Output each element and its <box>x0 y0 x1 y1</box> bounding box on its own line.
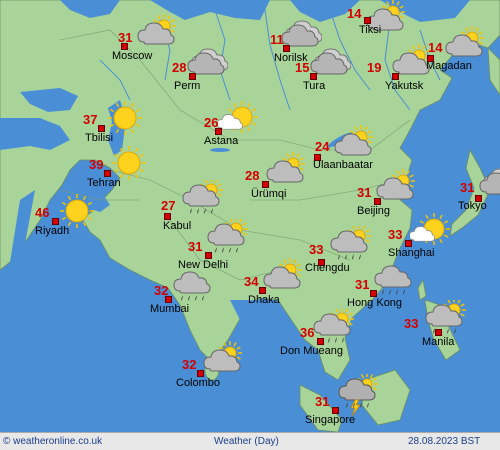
city-dot <box>374 198 381 205</box>
city-temperature: 19 <box>367 60 382 75</box>
city-dot <box>98 125 105 132</box>
city-temperature: 31 <box>357 185 372 200</box>
city-temperature: 24 <box>315 139 330 154</box>
city-temperature: 28 <box>172 60 187 75</box>
city-temperature: 14 <box>428 40 443 55</box>
city-name: Chengdu <box>305 262 350 274</box>
city-name: Moscow <box>112 50 153 62</box>
city-temperature: 34 <box>244 274 259 289</box>
city-name: Tura <box>303 80 326 92</box>
city-name: Kabul <box>163 220 192 232</box>
city-name: Shanghai <box>388 247 435 259</box>
city-dot <box>262 181 269 188</box>
city-temperature: 37 <box>83 112 98 127</box>
city-temperature: 36 <box>300 325 315 340</box>
city-temperature: 32 <box>182 357 197 372</box>
city-name: Tokyo <box>458 200 487 212</box>
city-temperature: 31 <box>355 277 370 292</box>
kamchatka <box>487 46 500 96</box>
city-temperature: 27 <box>161 198 176 213</box>
city-dot <box>189 73 196 80</box>
city-dot <box>52 218 59 225</box>
city-dot <box>317 338 324 345</box>
city-dot <box>104 170 111 177</box>
source-link[interactable]: © weatheronline.co.uk <box>3 436 102 447</box>
city-dot <box>283 45 290 52</box>
city-name: Tiksi <box>359 24 382 36</box>
city-name: Dhaka <box>248 294 280 306</box>
city-temperature: 33 <box>404 316 419 331</box>
city-dot <box>310 73 317 80</box>
city-name: Tehran <box>87 177 121 189</box>
city-dot <box>259 287 266 294</box>
city-temperature: 31 <box>188 239 203 254</box>
city-name: Colombo <box>176 377 221 389</box>
city-temperature: 33 <box>309 242 324 257</box>
city-temperature: 31 <box>460 180 475 195</box>
city-temperature: 26 <box>204 115 219 130</box>
city-temperature: 39 <box>89 157 104 172</box>
city-name: Don Mueang <box>280 345 343 357</box>
city-name: Mumbai <box>150 303 190 315</box>
city-dot <box>205 252 212 259</box>
city-name: Manila <box>422 336 455 348</box>
city-dot <box>332 407 339 414</box>
city-name: Yakutsk <box>385 80 424 92</box>
city-name: Hong Kong <box>347 297 403 309</box>
city-name: Perm <box>174 80 201 92</box>
city-temperature: 31 <box>118 30 133 45</box>
map-title: Weather (Day) <box>214 436 279 447</box>
city-dot <box>364 17 371 24</box>
city-temperature: 33 <box>388 227 403 242</box>
city-temperature: 28 <box>245 168 260 183</box>
map-date: 28.08.2023 BST <box>408 436 481 447</box>
city-temperature: 32 <box>154 283 169 298</box>
city-dot <box>435 329 442 336</box>
city-temperature: 46 <box>35 205 50 220</box>
city-name: Riyadh <box>35 225 70 237</box>
city-name: Astana <box>204 135 239 147</box>
city-temperature: 14 <box>347 6 362 21</box>
city-name: Ürümqi <box>251 188 287 200</box>
footer-bar: © weatheronline.co.uk Weather (Day) 28.0… <box>0 432 500 450</box>
city-dot <box>405 240 412 247</box>
city-name: Singapore <box>305 414 356 426</box>
city-name: Ulaanbaatar <box>313 159 373 171</box>
city-temperature: 11 <box>270 32 284 47</box>
city-dot <box>370 290 377 297</box>
city-name: Magadan <box>426 60 472 72</box>
city-temperature: 31 <box>315 394 330 409</box>
taiwan <box>417 278 427 301</box>
city-name: Beijing <box>357 205 391 217</box>
city-dot <box>197 370 204 377</box>
city-temperature: 15 <box>295 60 310 75</box>
city-dot <box>392 73 399 80</box>
city-dot <box>164 213 171 220</box>
